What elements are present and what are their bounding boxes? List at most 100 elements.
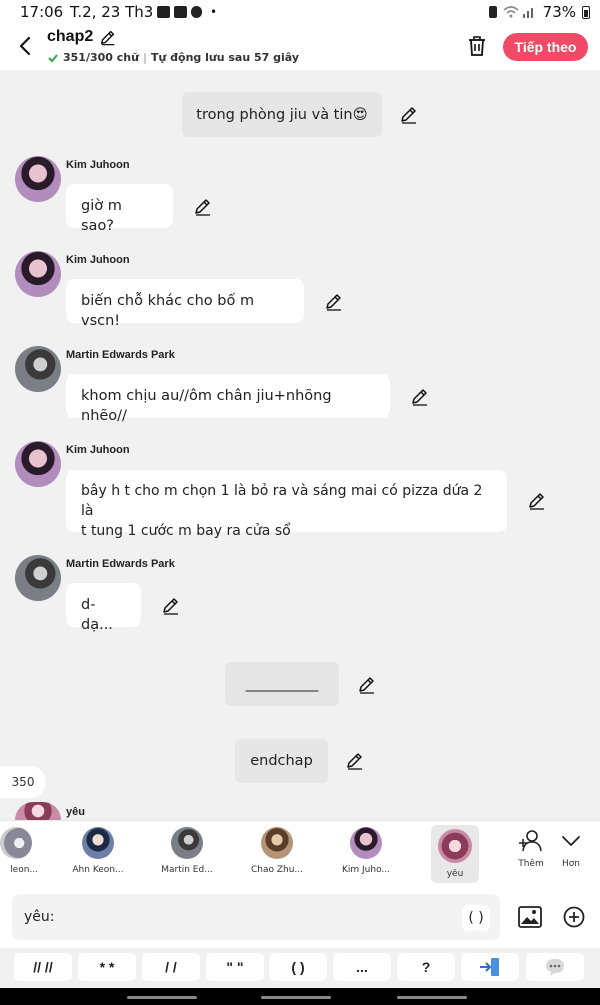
sender-name: Martin Edwards Park — [66, 349, 175, 361]
chat-bubble-icon — [546, 959, 564, 976]
message-text: biến chỗ khác cho bố m vscn! — [81, 293, 255, 329]
message-input[interactable]: yêu: — [12, 894, 500, 940]
shortcut-question[interactable]: ? — [397, 953, 455, 981]
trash-icon[interactable] — [466, 34, 488, 58]
character-avatar — [350, 827, 382, 859]
edit-pencil-icon[interactable] — [399, 104, 419, 124]
back-arrow-icon[interactable] — [14, 34, 38, 58]
shortcut-slashes[interactable]: / / — [142, 953, 200, 981]
more-button[interactable]: Hơn — [553, 829, 589, 869]
chapter-title: chap2 — [47, 28, 94, 45]
nav-home[interactable] — [261, 996, 331, 999]
message-bubble[interactable]: bây h t cho m chọn 1 là bỏ ra và sáng ma… — [66, 470, 507, 539]
edit-pencil-icon[interactable] — [410, 386, 430, 406]
add-label: Thêm — [518, 859, 544, 869]
message-text: khom chịu au//ôm chân jiu+nhõng nhẽo// — [81, 388, 332, 424]
message-bubble[interactable]: biến chỗ khác cho bố m vscn! — [66, 279, 304, 329]
battery-percentage: 73% — [542, 3, 576, 21]
more-label: Hơn — [562, 859, 580, 869]
message-text: d-dạ... — [81, 597, 113, 633]
shortcut-parentheses[interactable]: ( ) — [269, 953, 327, 981]
character-count: 351/300 chữ — [63, 51, 139, 64]
message-count-pill[interactable]: 350 — [0, 766, 46, 798]
character-name: Kim Juho... — [341, 865, 391, 875]
character-kim-juhoon[interactable]: Kim Juho... — [336, 827, 396, 875]
chevron-down-icon — [562, 836, 580, 847]
narration-text: __________ — [245, 676, 319, 692]
shortcut-insert-button[interactable] — [461, 953, 519, 981]
edit-pencil-icon[interactable] — [324, 291, 344, 311]
narration-text: trong phòng jiu và tin😍 — [196, 106, 368, 123]
add-circle-icon[interactable] — [563, 906, 585, 928]
edit-pencil-icon[interactable] — [357, 674, 377, 694]
next-button[interactable]: Tiếp theo — [503, 33, 588, 61]
character-name: Martin Ed... — [161, 865, 213, 875]
narration-bubble[interactable]: endchap — [235, 739, 328, 783]
narration-bubble[interactable]: trong phòng jiu và tin😍 — [182, 92, 382, 137]
shortcut-ellipsis[interactable]: ... — [333, 953, 391, 981]
sender-name: Kim Juhoon — [66, 159, 130, 171]
edit-pencil-icon[interactable] — [345, 750, 365, 770]
status-right: 73% — [488, 3, 590, 21]
message-input-bar: yêu: ( ) — [0, 886, 600, 948]
autosave-status: Tự động lưu sau 57 giây — [150, 51, 300, 64]
insert-arrow-icon — [480, 958, 499, 976]
character-martin-edwards[interactable]: Martin Ed... — [157, 827, 217, 875]
edit-pencil-icon[interactable] — [161, 595, 181, 615]
message-text-line-2: t tung 1 cước m bay ra cửa sổ — [81, 523, 291, 539]
narration-text: endchap — [250, 753, 313, 769]
nav-recents[interactable] — [127, 996, 197, 999]
character-chao-zhu[interactable]: Chao Zhu... — [247, 827, 307, 875]
battery-saver-icon — [488, 6, 497, 18]
check-icon — [48, 53, 58, 62]
edit-pencil-icon[interactable] — [193, 196, 213, 216]
status-date: T.2, 23 Th3 — [70, 3, 154, 21]
character-yeu-selected[interactable]: yêu — [431, 825, 479, 883]
avatar-kim-juhoon[interactable] — [15, 251, 61, 297]
editor-header: chap2 351/300 chữ | Tự động lưu sau 57 g… — [0, 24, 600, 70]
avatar-yeu[interactable] — [15, 802, 61, 820]
character-selector: leon... Ahn Keon... Martin Ed... Chao Zh… — [0, 820, 600, 886]
shortcut-asterisks[interactable]: * * — [78, 953, 136, 981]
avatar-martin-edwards-park[interactable] — [15, 555, 61, 601]
character-leon[interactable]: leon... — [0, 827, 46, 875]
image-icon[interactable] — [518, 906, 542, 928]
sender-name: Kim Juhoon — [66, 444, 130, 456]
add-character-button[interactable]: Thêm — [513, 829, 549, 869]
meta-separator: | — [142, 51, 147, 64]
gallery-notification-icon — [157, 6, 170, 18]
character-ahn-keon[interactable]: Ahn Keon... — [68, 827, 128, 875]
character-name: yêu — [446, 869, 464, 879]
notification-icons: • — [157, 6, 217, 18]
shortcut-chat-button[interactable] — [526, 953, 584, 981]
title-row: chap2 — [47, 28, 117, 46]
shortcut-double-slash[interactable]: // // — [14, 953, 72, 981]
message-bubble[interactable]: d-dạ... — [66, 583, 141, 633]
narration-bubble[interactable]: __________ — [225, 662, 339, 706]
pencil-icon[interactable] — [99, 28, 117, 46]
character-name: Ahn Keon... — [72, 865, 124, 875]
message-bubble[interactable]: giờ m sao? — [66, 184, 173, 234]
more-notifications-dot: • — [210, 5, 218, 19]
message-bubble[interactable]: khom chịu au//ôm chân jiu+nhõng nhẽo// — [66, 374, 390, 424]
format-shortcuts: // // * * / / " " ( ) ... ? — [0, 948, 600, 988]
shortcut-quotes[interactable]: " " — [206, 953, 264, 981]
character-name: leon... — [10, 865, 38, 875]
parentheses-button[interactable]: ( ) — [462, 905, 490, 931]
nav-back[interactable] — [397, 996, 467, 999]
message-text-line-1: bây h t cho m chọn 1 là bỏ ra và sáng ma… — [81, 483, 483, 519]
sender-name: yêu — [66, 806, 85, 818]
character-avatar — [82, 827, 114, 859]
avatar-kim-juhoon[interactable] — [15, 441, 61, 487]
status-bar: 17:06 T.2, 23 Th3 • 73% — [0, 0, 600, 24]
wifi-signal-icon — [503, 6, 533, 18]
avatar-martin-edwards-park[interactable] — [15, 346, 61, 392]
battery-icon — [582, 5, 590, 19]
edit-pencil-icon[interactable] — [527, 490, 547, 510]
chapter-meta: 351/300 chữ | Tự động lưu sau 57 giây — [47, 51, 299, 64]
status-time: 17:06 — [20, 3, 64, 21]
avatar-kim-juhoon[interactable] — [15, 156, 61, 202]
system-navigation-bar — [0, 988, 600, 1005]
character-avatar — [261, 827, 293, 859]
character-avatar — [0, 827, 32, 859]
